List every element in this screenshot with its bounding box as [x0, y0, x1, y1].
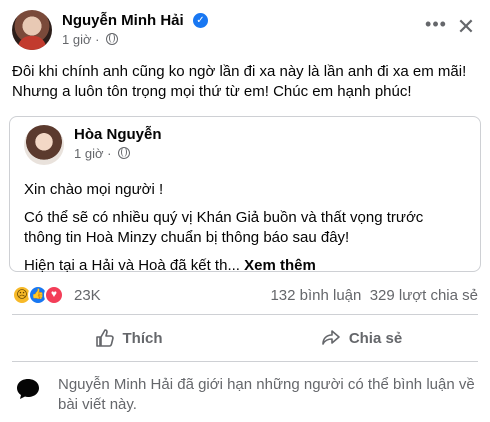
shared-post-card[interactable]: Hòa Nguyễn 1 giờ · Xin chào mọi người ! … — [9, 116, 481, 274]
author-avatar[interactable] — [12, 10, 52, 50]
globe-icon — [106, 33, 119, 45]
engagement-counts: 132 bình luận 329 lượt chia sẻ — [270, 287, 478, 304]
thumbs-up-icon — [95, 329, 114, 347]
shared-body-line: Có thể sẽ có nhiều quý vị Khán Giả buồn … — [24, 209, 424, 246]
like-button[interactable]: Thích — [12, 320, 245, 356]
love-reaction-icon: ♥ — [44, 285, 64, 305]
post-body-line: Đôi khi chính anh cũng ko ngờ lần đi xa … — [12, 63, 467, 80]
share-button[interactable]: Chia sẻ — [245, 320, 478, 356]
verified-badge-icon: ✓ — [193, 13, 208, 28]
shared-teaser-text: Hiện tại a Hải và Hoà đã kết th... — [24, 257, 245, 274]
shared-author-avatar[interactable] — [24, 125, 64, 165]
post-header: Nguyễn Minh Hải ✓ 1 giờ · ••• ✕ — [12, 8, 478, 52]
action-bar: Thích Chia sẻ — [12, 320, 478, 356]
author-name[interactable]: Nguyễn Minh Hải — [62, 12, 184, 29]
comment-bubble-icon — [17, 379, 39, 399]
see-more-link[interactable]: Xem thêm — [244, 257, 316, 274]
shared-body-line: Xin chào mọi người ! — [24, 181, 164, 198]
reaction-count[interactable]: 23K — [74, 287, 101, 304]
reactions-bar: ☹ 👍 ♥ 23K 132 bình luận 329 lượt chia sẻ — [12, 284, 478, 306]
divider — [12, 314, 478, 315]
reaction-icons[interactable]: ☹ 👍 ♥ — [12, 285, 72, 305]
shared-author-name[interactable]: Hòa Nguyễn — [74, 126, 162, 143]
facebook-post: Nguyễn Minh Hải ✓ 1 giờ · ••• ✕ Đôi khi … — [0, 0, 490, 422]
timestamp-text: 1 giờ · — [62, 32, 100, 47]
divider — [12, 361, 478, 362]
post-body: Đôi khi chính anh cũng ko ngờ lần đi xa … — [12, 62, 482, 102]
shared-teaser-line: Hiện tại a Hải và Hoà đã kết th... Xem t… — [24, 256, 464, 276]
like-label: Thích — [122, 329, 163, 347]
post-timestamp[interactable]: 1 giờ · — [62, 32, 119, 47]
post-body-line: Nhưng a luôn tôn trọng mọi thứ từ em! Ch… — [12, 83, 412, 100]
shared-post-body: Xin chào mọi người ! Có thể sẽ có nhiều … — [24, 180, 464, 276]
more-options-icon[interactable]: ••• — [424, 15, 448, 40]
comment-restriction-notice: Nguyễn Minh Hải đã giới hạn những người … — [12, 372, 478, 418]
share-count[interactable]: 329 lượt chia sẻ — [370, 287, 478, 304]
shared-timestamp-text: 1 giờ · — [74, 146, 112, 161]
comment-count[interactable]: 132 bình luận — [270, 287, 361, 304]
close-icon[interactable]: ✕ — [454, 15, 478, 39]
globe-icon — [118, 147, 131, 159]
notice-text: Nguyễn Minh Hải đã giới hạn những người … — [58, 376, 475, 413]
share-label: Chia sẻ — [348, 329, 403, 347]
share-arrow-icon — [322, 330, 340, 345]
shared-timestamp[interactable]: 1 giờ · — [74, 146, 131, 161]
